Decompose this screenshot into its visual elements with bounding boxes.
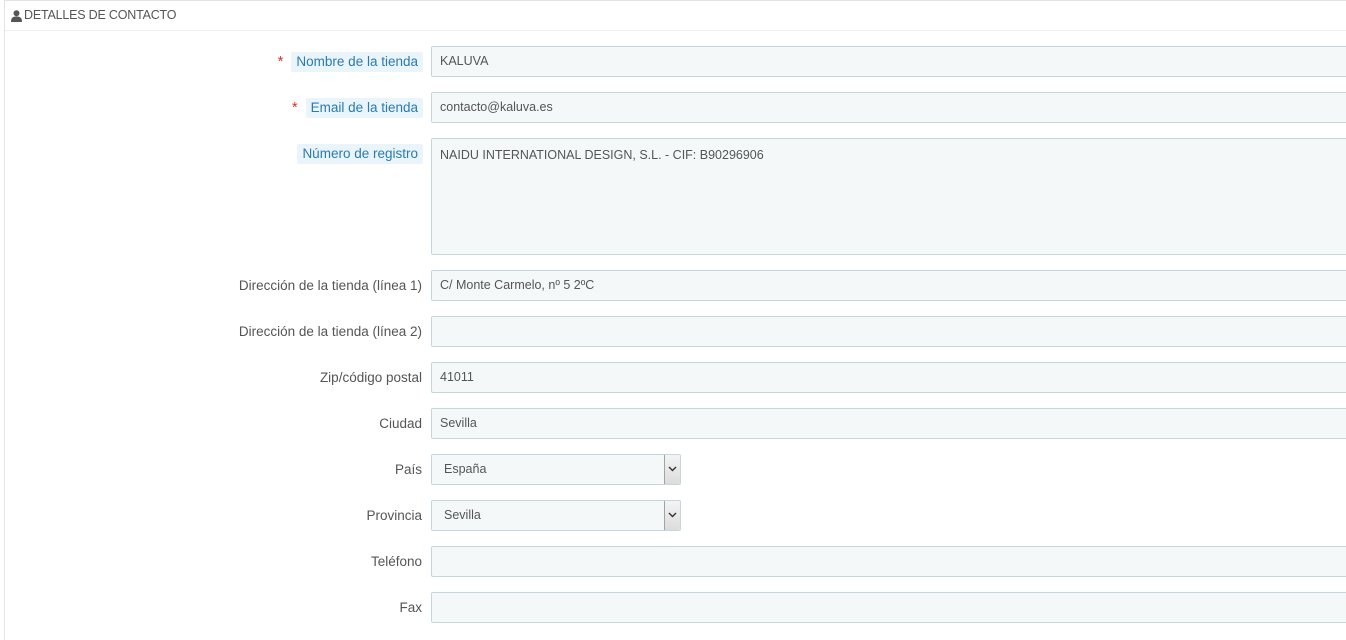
country-selected-value: España	[444, 462, 487, 476]
shop-email-label: Email de la tienda	[305, 97, 423, 118]
country-label: País	[394, 461, 422, 477]
address1-label: Dirección de la tienda (línea 1)	[238, 277, 422, 293]
registration-textarea[interactable]: NAIDU INTERNATIONAL DESIGN, S.L. - CIF: …	[431, 138, 1346, 255]
phone-row: Teléfono	[0, 546, 1346, 577]
chevron-down-icon	[668, 512, 677, 518]
required-marker: *	[291, 99, 298, 116]
user-icon	[11, 10, 22, 22]
state-selected-value: Sevilla	[444, 508, 481, 522]
fax-label: Fax	[399, 599, 422, 615]
dropdown-arrow[interactable]	[664, 455, 680, 484]
address1-input[interactable]: C/ Monte Carmelo, nº 5 2ºC	[431, 270, 1346, 301]
city-row: Ciudad Sevilla	[0, 408, 1346, 439]
phone-label: Teléfono	[370, 553, 422, 569]
fax-row: Fax	[0, 592, 1346, 623]
zip-label: Zip/código postal	[319, 369, 422, 385]
panel-heading: DETALLES DE CONTACTO	[5, 1, 1346, 31]
country-row: País España	[0, 454, 1346, 485]
country-select[interactable]: España	[431, 454, 681, 485]
city-label: Ciudad	[379, 415, 422, 431]
address2-input[interactable]	[431, 316, 1346, 347]
address2-label: Dirección de la tienda (línea 2)	[238, 323, 422, 339]
state-select[interactable]: Sevilla	[431, 500, 681, 531]
fax-input[interactable]	[431, 592, 1346, 623]
state-row: Provincia Sevilla	[0, 500, 1346, 531]
state-label: Provincia	[366, 507, 422, 523]
shop-name-label: Nombre de la tienda	[291, 51, 423, 72]
required-marker: *	[277, 53, 284, 70]
shop-name-input[interactable]: KALUVA	[431, 46, 1346, 77]
shop-email-row: * Email de la tienda contacto@kaluva.es	[0, 92, 1346, 123]
shop-name-row: * Nombre de la tienda KALUVA	[0, 46, 1346, 77]
registration-label: Número de registro	[297, 143, 423, 164]
zip-input[interactable]: 41011	[431, 362, 1346, 393]
address2-row: Dirección de la tienda (línea 2)	[0, 316, 1346, 347]
registration-row: Número de registro NAIDU INTERNATIONAL D…	[0, 138, 1346, 255]
city-input[interactable]: Sevilla	[431, 408, 1346, 439]
zip-row: Zip/código postal 41011	[0, 362, 1346, 393]
panel-title: DETALLES DE CONTACTO	[24, 8, 177, 22]
chevron-down-icon	[668, 466, 677, 472]
phone-input[interactable]	[431, 546, 1346, 577]
dropdown-arrow[interactable]	[664, 501, 680, 530]
shop-email-input[interactable]: contacto@kaluva.es	[431, 92, 1346, 123]
address1-row: Dirección de la tienda (línea 1) C/ Mont…	[0, 270, 1346, 301]
